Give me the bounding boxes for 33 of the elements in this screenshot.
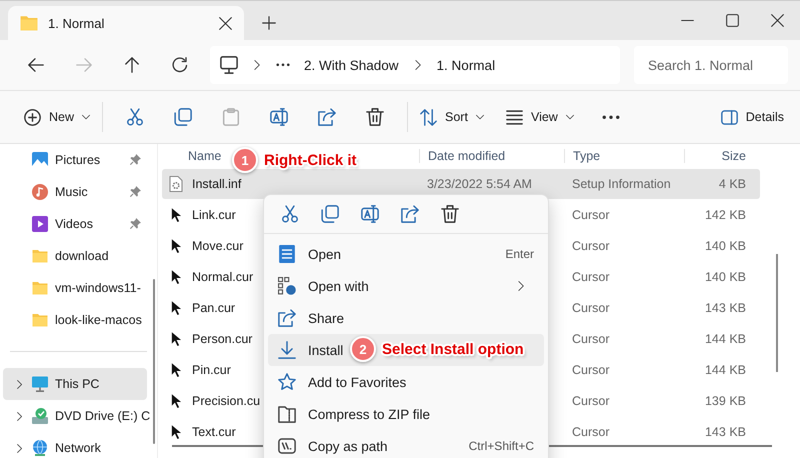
size-cell: 144 KB xyxy=(704,363,746,377)
annotation-text: Right-Click it xyxy=(264,152,356,168)
file-name: Install.inf xyxy=(192,177,242,191)
shortcut-label: Enter xyxy=(505,247,534,261)
file-name: Normal.cur xyxy=(192,270,254,284)
file-name: Person.cur xyxy=(192,332,252,346)
file-name: Precision.cu xyxy=(192,394,260,408)
annotation-text: Select Install option xyxy=(382,340,524,358)
date-cell: 3/23/2022 5:54 AM xyxy=(427,177,532,191)
file-name: Move.cur xyxy=(192,239,244,253)
shortcut-label: Ctrl+Shift+C xyxy=(468,439,534,453)
size-cell: 143 KB xyxy=(704,425,746,439)
file-name: Pin.cur xyxy=(192,363,231,377)
type-cell: Cursor xyxy=(572,208,610,222)
type-cell: Cursor xyxy=(572,239,610,253)
type-cell: Cursor xyxy=(572,425,610,439)
type-cell: Cursor xyxy=(572,394,610,408)
type-cell: Cursor xyxy=(572,301,610,315)
size-cell: 4 KB xyxy=(718,177,746,191)
step-badge: 1 xyxy=(232,147,258,173)
type-cell: Cursor xyxy=(572,270,610,284)
file-name: Pan.cur xyxy=(192,301,236,315)
type-cell: Cursor xyxy=(572,332,610,346)
size-cell: 139 KB xyxy=(704,394,746,408)
type-cell: Cursor xyxy=(572,363,610,377)
size-cell: 144 KB xyxy=(704,332,746,346)
size-cell: 140 KB xyxy=(704,270,746,284)
file-name: Link.cur xyxy=(192,208,236,222)
size-cell: 143 KB xyxy=(704,301,746,315)
size-cell: 140 KB xyxy=(704,239,746,253)
file-name: Text.cur xyxy=(192,425,236,439)
type-cell: Setup Information xyxy=(572,177,671,191)
size-cell: 142 KB xyxy=(704,208,746,222)
